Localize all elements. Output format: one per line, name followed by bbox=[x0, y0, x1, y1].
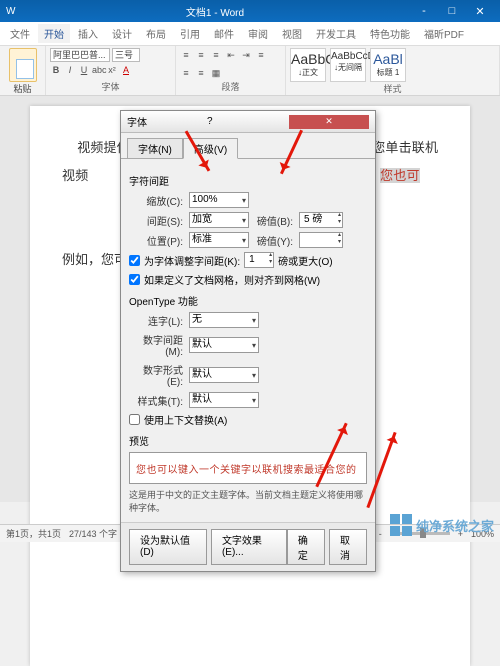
grid-label: 如果定义了文档网格，则对齐到网格(W) bbox=[144, 272, 320, 287]
shading-icon[interactable]: ▦ bbox=[210, 67, 222, 79]
paste-icon[interactable] bbox=[9, 48, 37, 82]
ok-button[interactable]: 确定 bbox=[287, 529, 325, 565]
position-amount-spinner[interactable] bbox=[299, 232, 343, 248]
spacing-combo[interactable]: 加宽 bbox=[189, 212, 249, 228]
align-left-icon[interactable]: ≡ bbox=[255, 49, 267, 61]
font-dialog: 字体 ? ✕ 字体(N) 高级(V) 字符间距 缩放(C): 100% 间距(S… bbox=[120, 110, 376, 572]
ligatures-combo[interactable]: 无 bbox=[189, 312, 259, 328]
numbering-icon[interactable]: ≡ bbox=[195, 49, 207, 61]
tab-home[interactable]: 开始 bbox=[38, 24, 70, 43]
font-size-combo[interactable]: 三号 bbox=[112, 48, 140, 62]
tab-references[interactable]: 引用 bbox=[174, 24, 206, 43]
section-preview: 预览 bbox=[129, 433, 367, 448]
tab-insert[interactable]: 插入 bbox=[72, 24, 104, 43]
status-page[interactable]: 第1页，共1页 bbox=[6, 527, 61, 540]
spacing-amount-spinner[interactable]: 5 磅 bbox=[299, 212, 343, 228]
spacing-label: 间距(S): bbox=[129, 213, 185, 228]
dialog-help-icon[interactable]: ? bbox=[207, 116, 287, 127]
font-group-label: 字体 bbox=[50, 80, 171, 93]
italic-icon[interactable]: I bbox=[64, 64, 76, 76]
kerning-unit: 磅或更大(O) bbox=[278, 253, 332, 268]
grid-checkbox[interactable] bbox=[129, 274, 140, 285]
tab-file[interactable]: 文件 bbox=[4, 24, 36, 43]
styles-group-label: 样式 bbox=[290, 82, 495, 95]
style-nospace[interactable]: AaBbCcD↓无间隔 bbox=[330, 48, 366, 82]
scale-label: 缩放(C): bbox=[129, 193, 185, 208]
tab-devtools[interactable]: 开发工具 bbox=[310, 24, 362, 43]
window-title: 文档1 - Word bbox=[20, 4, 410, 19]
section-charspacing: 字符间距 bbox=[129, 173, 367, 188]
bold-icon[interactable]: B bbox=[50, 64, 62, 76]
tab-review[interactable]: 审阅 bbox=[242, 24, 274, 43]
watermark-icon bbox=[390, 514, 412, 536]
indent-left-icon[interactable]: ⇤ bbox=[225, 49, 237, 61]
stylistic-label: 样式集(T): bbox=[129, 393, 185, 408]
tab-mailings[interactable]: 邮件 bbox=[208, 24, 240, 43]
bullets-icon[interactable]: ≡ bbox=[180, 49, 192, 61]
tab-design[interactable]: 设计 bbox=[106, 24, 138, 43]
scale-combo[interactable]: 100% bbox=[189, 192, 249, 208]
minimize-button[interactable]: - bbox=[410, 5, 438, 17]
contextual-checkbox[interactable] bbox=[129, 414, 140, 425]
dialog-close-button[interactable]: ✕ bbox=[289, 115, 369, 129]
style-heading1[interactable]: AaBl标题 1 bbox=[370, 48, 406, 82]
kerning-label: 为字体调整字间距(K): bbox=[144, 253, 240, 268]
position-combo[interactable]: 标准 bbox=[189, 232, 249, 248]
tab-view[interactable]: 视图 bbox=[276, 24, 308, 43]
default-button[interactable]: 设为默认值(D) bbox=[129, 529, 207, 565]
align-right-icon[interactable]: ≡ bbox=[195, 67, 207, 79]
ribbon: 粘贴 剪贴板 阿里巴巴普... 三号 B I U abc x² A 字体 ≡ ≡… bbox=[0, 46, 500, 96]
position-label: 位置(P): bbox=[129, 233, 185, 248]
font-note: 这是用于中文的正文主题字体。当前文档主题定义将使用哪种字体。 bbox=[129, 488, 367, 514]
highlighted-text: 您也可 bbox=[380, 168, 420, 183]
app-icon: W bbox=[6, 6, 20, 17]
contextual-label: 使用上下文替换(A) bbox=[144, 412, 227, 427]
ligatures-label: 连字(L): bbox=[129, 313, 185, 328]
watermark: 纯净系统之家 bbox=[390, 514, 494, 536]
text-effects-button[interactable]: 文字效果(E)... bbox=[211, 529, 287, 565]
status-words[interactable]: 27/143 个字 bbox=[69, 527, 117, 540]
section-opentype: OpenType 功能 bbox=[129, 293, 367, 308]
dialog-title-text: 字体 bbox=[127, 114, 207, 129]
tab-layout[interactable]: 布局 bbox=[140, 24, 172, 43]
dialog-tab-font[interactable]: 字体(N) bbox=[127, 138, 183, 159]
numspacing-combo[interactable]: 默认 bbox=[189, 337, 259, 353]
align-center-icon[interactable]: ≡ bbox=[180, 67, 192, 79]
dialog-titlebar[interactable]: 字体 ? ✕ bbox=[121, 111, 375, 133]
menubar: 文件 开始 插入 设计 布局 引用 邮件 审阅 视图 开发工具 特色功能 福昕P… bbox=[0, 22, 500, 46]
underline-icon[interactable]: U bbox=[78, 64, 90, 76]
close-button[interactable]: ✕ bbox=[466, 5, 494, 18]
position-amount-label: 磅值(Y): bbox=[253, 233, 295, 248]
titlebar: W 文档1 - Word - □ ✕ bbox=[0, 0, 500, 22]
paragraph-group-label: 段落 bbox=[180, 80, 281, 93]
kerning-value-spinner[interactable]: 1 bbox=[244, 252, 274, 268]
numforms-combo[interactable]: 默认 bbox=[189, 367, 259, 383]
tab-pdf[interactable]: 福昕PDF bbox=[418, 24, 470, 43]
style-normal[interactable]: AaBbC↓正文 bbox=[290, 48, 326, 82]
stylistic-combo[interactable]: 默认 bbox=[189, 392, 259, 408]
strike-icon[interactable]: abc bbox=[92, 64, 104, 76]
kerning-checkbox[interactable] bbox=[129, 255, 140, 266]
watermark-text: 纯净系统之家 bbox=[416, 516, 494, 535]
paste-label[interactable]: 粘贴 bbox=[13, 82, 31, 95]
spacing-amount-label: 磅值(B): bbox=[253, 213, 295, 228]
numforms-label: 数字形式(E): bbox=[129, 362, 185, 388]
maximize-button[interactable]: □ bbox=[438, 5, 466, 17]
font-name-combo[interactable]: 阿里巴巴普... bbox=[50, 48, 110, 62]
super-icon[interactable]: x² bbox=[106, 64, 118, 76]
multilevel-icon[interactable]: ≡ bbox=[210, 49, 222, 61]
cancel-button[interactable]: 取消 bbox=[329, 529, 367, 565]
tab-special[interactable]: 特色功能 bbox=[364, 24, 416, 43]
font-color-icon[interactable]: A bbox=[120, 64, 132, 76]
numspacing-label: 数字间距(M): bbox=[129, 332, 185, 358]
indent-right-icon[interactable]: ⇥ bbox=[240, 49, 252, 61]
